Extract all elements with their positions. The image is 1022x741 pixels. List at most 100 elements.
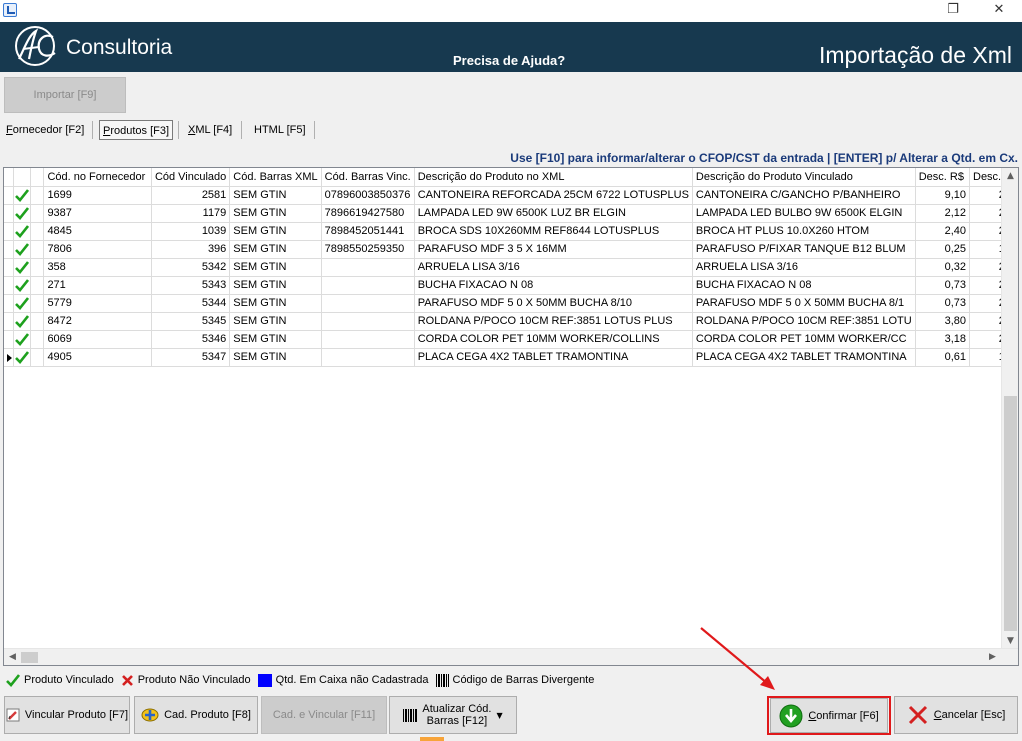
cell-barras-xml[interactable]: SEM GTIN [229,348,322,367]
table-row[interactable]: 7806 396 SEM GTIN 7898550259350 PARAFUSO MDF… [4,240,1018,259]
cell-desc-xml[interactable]: ROLDANA P/POCO 10CM REF:3851 LOTUS PLUS [414,312,693,331]
cell-desc-xml[interactable]: PLACA CEGA 4X2 TABLET TRAMONTINA [414,348,693,367]
cell-barras-vinc[interactable] [321,294,415,313]
cell-cod-vinculado[interactable]: 5345 [151,312,231,331]
cell-desc-xml[interactable]: PARAFUSO MDF 5 0 X 50MM BUCHA 8/10 [414,294,693,313]
cell-desc-rs[interactable]: 2,12 [915,204,971,223]
cell-desc-rs[interactable]: 0,25 [915,240,971,259]
table-row[interactable]: 8472 5345 SEM GTIN ROLDANA P/POCO 10CM REF:… [4,312,1018,331]
cell-desc-vinculado[interactable]: PLACA CEGA 4X2 TABLET TRAMONTINA [692,348,916,367]
table-row[interactable]: 4905 5347 SEM GTIN PLACA CEGA 4X2 TABLET TR… [4,348,1018,367]
close-window-icon[interactable]: ✕ [976,0,1022,22]
cad-vincular-button[interactable]: Cad. e Vincular [F11] [261,696,387,734]
dropdown-arrow-icon[interactable]: ▼ [496,711,502,720]
cell-desc-vinculado[interactable]: ARRUELA LISA 3/16 [692,258,916,277]
cell-cod-vinculado[interactable]: 5343 [151,276,231,295]
col-header-barras-xml[interactable]: Cód. Barras XML [229,168,322,187]
table-row[interactable]: 1699 2581 SEM GTIN 07896003850376 CANTONEIRA… [4,186,1018,205]
cell-cod-fornecedor[interactable]: 1699 [43,186,152,205]
restore-window-icon[interactable]: ❐ [930,0,976,22]
cell-desc-xml[interactable]: PARAFUSO MDF 3 5 X 16MM [414,240,693,259]
cell-cod-fornecedor[interactable]: 5779 [43,294,152,313]
cell-barras-vinc[interactable] [321,312,415,331]
cell-desc-xml[interactable]: BROCA SDS 10X260MM REF8644 LOTUSPLUS [414,222,693,241]
cell-cod-vinculado[interactable]: 5346 [151,330,231,349]
cell-barras-xml[interactable]: SEM GTIN [229,240,322,259]
cell-desc-vinculado[interactable]: BROCA HT PLUS 10.0X260 HTOM [692,222,916,241]
scroll-left-icon[interactable]: ◀ [4,649,21,665]
cell-desc-rs[interactable]: 3,80 [915,312,971,331]
cell-cod-vinculado[interactable]: 5342 [151,258,231,277]
table-row[interactable]: 4845 1039 SEM GTIN 7898452051441 BROCA SDS 1… [4,222,1018,241]
cell-barras-vinc[interactable] [321,330,415,349]
cad-produto-button[interactable]: Cad. Produto [F8] [134,696,258,734]
tab-produtos[interactable]: Produtos [F3] [99,120,174,140]
cell-barras-vinc[interactable]: 7898550259350 [321,240,415,259]
cell-cod-fornecedor[interactable]: 271 [43,276,152,295]
cell-barras-vinc[interactable]: 07896003850376 [321,186,415,205]
cell-barras-vinc[interactable] [321,258,415,277]
cell-barras-xml[interactable]: SEM GTIN [229,294,322,313]
scroll-up-icon[interactable]: ▲ [1002,168,1018,185]
scroll-right-icon[interactable]: ▶ [984,649,1001,665]
table-row[interactable]: 271 5343 SEM GTIN BUCHA FIXACAO N 08 BUCHA F… [4,276,1018,295]
cell-desc-rs[interactable]: 0,32 [915,258,971,277]
cell-desc-vinculado[interactable]: CANTONEIRA C/GANCHO P/BANHEIRO [692,186,916,205]
cell-cod-fornecedor[interactable]: 4905 [43,348,152,367]
cell-barras-xml[interactable]: SEM GTIN [229,258,322,277]
table-row[interactable]: 5779 5344 SEM GTIN PARAFUSO MDF 5 0 X 50MM … [4,294,1018,313]
col-header-desc-rs[interactable]: Desc. R$ [915,168,971,187]
cell-cod-vinculado[interactable]: 1179 [151,204,231,223]
tab-xml[interactable]: XML [F4] [185,120,235,140]
table-row[interactable]: 358 5342 SEM GTIN ARRUELA LISA 3/16 ARRUELA … [4,258,1018,277]
cell-cod-fornecedor[interactable]: 7806 [43,240,152,259]
cell-desc-xml[interactable]: CANTONEIRA REFORCADA 25CM 6722 LOTUSPLUS [414,186,693,205]
cell-desc-rs[interactable]: 0,61 [915,348,971,367]
cell-desc-vinculado[interactable]: PARAFUSO P/FIXAR TANQUE B12 BLUM [692,240,916,259]
cell-barras-xml[interactable]: SEM GTIN [229,312,322,331]
cell-barras-vinc[interactable] [321,348,415,367]
col-header-barras-vinc[interactable]: Cód. Barras Vinc. [321,168,415,187]
cell-cod-vinculado[interactable]: 2581 [151,186,231,205]
horizontal-scroll-thumb[interactable] [21,652,38,663]
cancelar-button[interactable]: Cancelar [Esc] [894,696,1018,734]
cell-cod-fornecedor[interactable]: 9387 [43,204,152,223]
cell-desc-vinculado[interactable]: BUCHA FIXACAO N 08 [692,276,916,295]
cell-barras-xml[interactable]: SEM GTIN [229,222,322,241]
cell-desc-vinculado[interactable]: CORDA COLOR PET 10MM WORKER/CC [692,330,916,349]
cell-cod-vinculado[interactable]: 1039 [151,222,231,241]
cell-cod-fornecedor[interactable]: 358 [43,258,152,277]
cell-desc-vinculado[interactable]: ROLDANA P/POCO 10CM REF:3851 LOTU [692,312,916,331]
cell-barras-xml[interactable]: SEM GTIN [229,186,322,205]
cell-desc-vinculado[interactable]: LAMPADA LED BULBO 9W 6500K ELGIN [692,204,916,223]
cell-barras-vinc[interactable] [321,276,415,295]
cell-desc-vinculado[interactable]: PARAFUSO MDF 5 0 X 50MM BUCHA 8/1 [692,294,916,313]
cell-desc-xml[interactable]: ARRUELA LISA 3/16 [414,258,693,277]
cell-desc-rs[interactable]: 2,40 [915,222,971,241]
col-header-desc-vinculado[interactable]: Descrição do Produto Vinculado [692,168,916,187]
cell-cod-vinculado[interactable]: 5344 [151,294,231,313]
vincular-produto-button[interactable]: Vincular Produto [F7] [4,696,130,734]
cell-cod-fornecedor[interactable]: 6069 [43,330,152,349]
atualizar-barras-button[interactable]: Atualizar Cód. Barras [F12] ▼ [389,696,517,734]
col-header-cod-fornecedor[interactable]: Cód. no Fornecedor [43,168,152,187]
cell-cod-vinculado[interactable]: 396 [151,240,231,259]
col-header-desc-xml[interactable]: Descrição do Produto no XML [414,168,693,187]
cell-barras-vinc[interactable]: 7898452051441 [321,222,415,241]
cell-cod-vinculado[interactable]: 5347 [151,348,231,367]
import-button[interactable]: Importar [F9] [4,77,126,113]
cell-desc-xml[interactable]: LAMPADA LED 9W 6500K LUZ BR ELGIN [414,204,693,223]
cell-barras-xml[interactable]: SEM GTIN [229,276,322,295]
cell-cod-fornecedor[interactable]: 4845 [43,222,152,241]
cell-desc-rs[interactable]: 3,18 [915,330,971,349]
vertical-scroll-thumb[interactable] [1004,396,1017,631]
cell-desc-rs[interactable]: 0,73 [915,276,971,295]
table-row[interactable]: 9387 1179 SEM GTIN 7896619427580 LAMPADA LED… [4,204,1018,223]
cell-barras-xml[interactable]: SEM GTIN [229,204,322,223]
tab-fornecedor[interactable]: Fornecedor [F2] [3,120,87,140]
cell-desc-xml[interactable]: BUCHA FIXACAO N 08 [414,276,693,295]
vertical-scrollbar[interactable]: ▲ ▼ [1001,168,1018,650]
cell-desc-xml[interactable]: CORDA COLOR PET 10MM WORKER/COLLINS [414,330,693,349]
help-link[interactable]: Precisa de Ajuda? [453,53,565,68]
cell-barras-xml[interactable]: SEM GTIN [229,330,322,349]
